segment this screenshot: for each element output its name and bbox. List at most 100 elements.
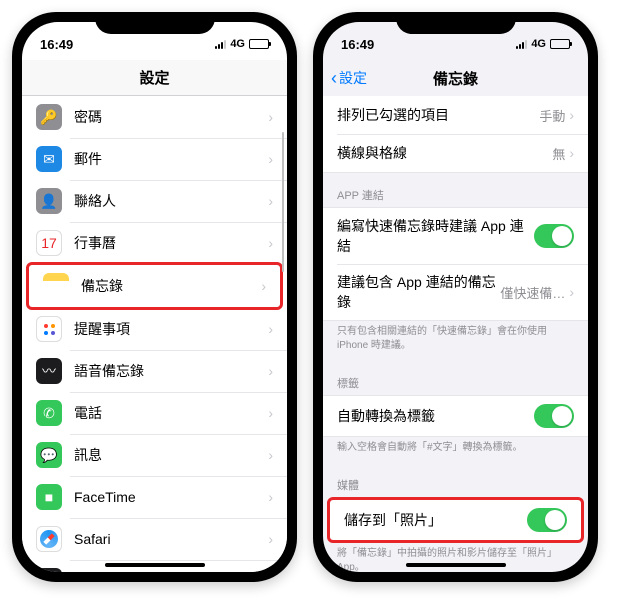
row-label: 聯絡人: [74, 191, 268, 211]
screen-right: 16:49 4G ‹ 設定 備忘錄 排列已勾選的項目 手動 ›: [323, 22, 588, 572]
screen-left: 16:49 4G 設定 🔑密碼›✉郵件›👤聯絡人›17行事曆›備忘錄›提醒事項›…: [22, 22, 287, 572]
row-app-suggest[interactable]: 編寫快速備忘錄時建議 App 連結: [323, 208, 588, 264]
chevron-right-icon: ›: [268, 235, 273, 251]
mail-icon: ✉: [36, 146, 62, 172]
chevron-right-icon: ›: [261, 278, 266, 294]
section-app-links: APP 連結: [323, 173, 588, 207]
row-label: 提醒事項: [74, 319, 268, 339]
create-app-label: 建議包含 App 連結的備忘錄: [337, 272, 500, 312]
row-save-photos[interactable]: 儲存到「照片」: [330, 500, 581, 540]
phone-left: 16:49 4G 設定 🔑密碼›✉郵件›👤聯絡人›17行事曆›備忘錄›提醒事項›…: [12, 12, 297, 582]
status-right: 4G: [215, 38, 269, 50]
create-app-value: 僅快速備…: [500, 283, 565, 302]
chevron-right-icon: ›: [268, 447, 273, 463]
toggle-app-suggest[interactable]: [534, 224, 574, 248]
back-button[interactable]: ‹ 設定: [331, 68, 367, 89]
status-net: 4G: [230, 38, 245, 50]
phone-icon: ✆: [36, 400, 62, 426]
messages-icon: 💬: [36, 442, 62, 468]
reminders-icon: [36, 316, 62, 342]
battery-icon: [249, 39, 269, 49]
row-create-app[interactable]: 建議包含 App 連結的備忘錄 僅快速備… ›: [323, 264, 588, 320]
save-photos-label: 儲存到「照片」: [344, 510, 527, 530]
nav-bar: ‹ 設定 備忘錄: [323, 60, 588, 96]
chevron-right-icon: ›: [268, 193, 273, 209]
nav-bar: 設定: [22, 60, 287, 96]
status-time: 16:49: [40, 37, 73, 52]
row-label: 郵件: [74, 149, 268, 169]
settings-row-phone[interactable]: ✆ 電話›: [22, 392, 287, 434]
chevron-right-icon: ›: [569, 284, 574, 300]
calendar-icon: 17: [36, 230, 62, 256]
sort-label: 排列已勾選的項目: [337, 105, 539, 125]
signal-icon: [516, 40, 527, 49]
settings-row-reminders[interactable]: 提醒事項›: [22, 308, 287, 350]
nav-title: 備忘錄: [433, 68, 478, 89]
stocks-icon: 📈: [36, 568, 62, 572]
scrollbar[interactable]: [282, 132, 284, 272]
home-indicator[interactable]: [406, 563, 506, 567]
row-label: 電話: [74, 403, 268, 423]
chevron-left-icon: ‹: [331, 68, 337, 89]
section-media: 媒體: [323, 463, 588, 497]
lines-value: 無: [552, 144, 565, 163]
toggle-save-photos[interactable]: [527, 508, 567, 532]
settings-row-facetime[interactable]: ■ FaceTime›: [22, 476, 287, 518]
media-footer: 將「備忘錄」中拍攝的照片和影片儲存至「照片」App。: [323, 543, 588, 572]
row-label: Safari: [74, 531, 268, 547]
toggle-auto-tags[interactable]: [534, 404, 574, 428]
settings-row-safari[interactable]: Safari›: [22, 518, 287, 560]
notes-icon: [43, 273, 69, 299]
voicememo-icon: 〰: [36, 358, 62, 384]
back-label: 設定: [339, 68, 367, 88]
section-tags: 標籤: [323, 361, 588, 395]
row-lines[interactable]: 橫線與格線 無 ›: [323, 134, 588, 172]
chevron-right-icon: ›: [268, 531, 273, 547]
app-links-footer: 只有包含相關連結的「快速備忘錄」會在你使用 iPhone 時建議。: [323, 321, 588, 361]
status-time: 16:49: [341, 37, 374, 52]
chevron-right-icon: ›: [268, 363, 273, 379]
signal-icon: [215, 40, 226, 49]
chevron-right-icon: ›: [569, 145, 574, 161]
row-label: FaceTime: [74, 489, 268, 505]
row-label: 密碼: [74, 107, 268, 127]
tags-footer: 輸入空格會自動將「#文字」轉換為標籤。: [323, 437, 588, 463]
settings-row-calendar[interactable]: 17 行事曆›: [22, 222, 287, 264]
contacts-icon: 👤: [36, 188, 62, 214]
lines-label: 橫線與格線: [337, 143, 552, 163]
battery-icon: [550, 39, 570, 49]
password-icon: 🔑: [36, 104, 62, 130]
settings-row-mail[interactable]: ✉ 郵件›: [22, 138, 287, 180]
facetime-icon: ■: [36, 484, 62, 510]
sort-value: 手動: [539, 106, 565, 125]
nav-title: 設定: [139, 67, 169, 88]
chevron-right-icon: ›: [268, 489, 273, 505]
row-label: 股市: [74, 571, 268, 572]
home-indicator[interactable]: [105, 563, 205, 567]
chevron-right-icon: ›: [268, 405, 273, 421]
row-sort[interactable]: 排列已勾選的項目 手動 ›: [323, 96, 588, 134]
chevron-right-icon: ›: [268, 151, 273, 167]
settings-list[interactable]: 🔑密碼›✉郵件›👤聯絡人›17行事曆›備忘錄›提醒事項›〰語音備忘錄›✆電話›💬…: [22, 96, 287, 572]
phone-right: 16:49 4G ‹ 設定 備忘錄 排列已勾選的項目 手動 ›: [313, 12, 598, 582]
settings-row-password[interactable]: 🔑密碼›: [22, 96, 287, 138]
safari-icon: [36, 526, 62, 552]
notch: [396, 12, 516, 34]
row-auto-tags[interactable]: 自動轉換為標籤: [323, 396, 588, 436]
chevron-right-icon: ›: [268, 321, 273, 337]
settings-row-messages[interactable]: 💬 訊息›: [22, 434, 287, 476]
notes-settings[interactable]: 排列已勾選的項目 手動 › 橫線與格線 無 › APP 連結 編寫快速備忘錄時建…: [323, 96, 588, 572]
notch: [95, 12, 215, 34]
settings-row-notes[interactable]: 備忘錄›: [26, 262, 283, 310]
row-label: 行事曆: [74, 233, 268, 253]
status-right: 4G: [516, 38, 570, 50]
status-net: 4G: [531, 38, 546, 50]
chevron-right-icon: ›: [569, 107, 574, 123]
row-label: 備忘錄: [81, 276, 261, 296]
app-suggest-label: 編寫快速備忘錄時建議 App 連結: [337, 216, 534, 256]
settings-row-voicememo[interactable]: 〰語音備忘錄›: [22, 350, 287, 392]
row-label: 訊息: [74, 445, 268, 465]
auto-tags-label: 自動轉換為標籤: [337, 406, 534, 426]
row-label: 語音備忘錄: [74, 361, 268, 381]
settings-row-contacts[interactable]: 👤 聯絡人›: [22, 180, 287, 222]
